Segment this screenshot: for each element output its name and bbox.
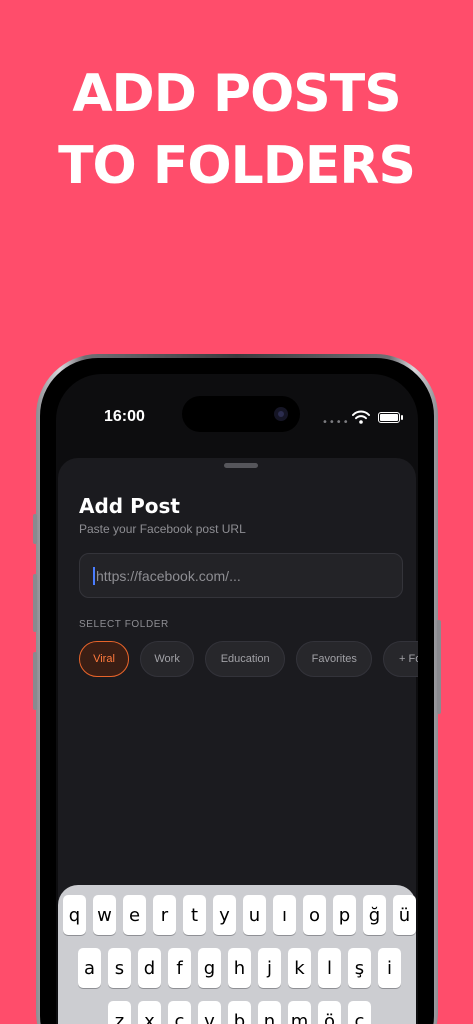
- headline-line-2: TO FOLDERS: [58, 136, 416, 196]
- key-w[interactable]: w: [93, 895, 116, 935]
- key-o[interactable]: o: [303, 895, 326, 935]
- add-folder-chip[interactable]: + Folder: [383, 641, 418, 677]
- volume-down-button: [33, 652, 37, 710]
- sheet-grabber[interactable]: [224, 463, 258, 468]
- key-d[interactable]: d: [138, 948, 161, 988]
- key-ü[interactable]: ü: [393, 895, 416, 935]
- key-p[interactable]: p: [333, 895, 356, 935]
- key-j[interactable]: j: [258, 948, 281, 988]
- key-ğ[interactable]: ğ: [363, 895, 386, 935]
- dynamic-island: [182, 396, 300, 432]
- phone-screen: 16:00 •••• Add Post Paste your Facebook …: [56, 374, 418, 1024]
- power-button: [437, 620, 441, 714]
- headline-line-1: ADD POSTS: [72, 64, 401, 124]
- key-s[interactable]: s: [108, 948, 131, 988]
- key-l[interactable]: l: [318, 948, 341, 988]
- status-time: 16:00: [104, 408, 145, 425]
- key-x[interactable]: x: [138, 1001, 161, 1024]
- sheet-subtitle: Paste your Facebook post URL: [79, 522, 246, 536]
- volume-up-button: [33, 574, 37, 632]
- sheet-title: Add Post: [79, 494, 180, 518]
- folder-chip-viral[interactable]: Viral: [79, 641, 129, 677]
- key-r[interactable]: r: [153, 895, 176, 935]
- battery-icon: [378, 412, 400, 423]
- wifi-icon: [352, 410, 370, 424]
- keyboard: qwertyuıopğü asdfghjklşi zxcvbnmöç: [58, 885, 416, 1024]
- text-cursor: [93, 566, 95, 585]
- key-e[interactable]: e: [123, 895, 146, 935]
- key-u[interactable]: u: [243, 895, 266, 935]
- folder-chip-favorites[interactable]: Favorites: [296, 641, 373, 677]
- folder-chip-work[interactable]: Work: [140, 641, 195, 677]
- key-h[interactable]: h: [228, 948, 251, 988]
- key-c[interactable]: c: [168, 1001, 191, 1024]
- signal-dots: ••••: [322, 417, 350, 428]
- key-b[interactable]: b: [228, 1001, 251, 1024]
- select-folder-label: SELECT FOLDER: [79, 619, 169, 630]
- key-m[interactable]: m: [288, 1001, 311, 1024]
- key-t[interactable]: t: [183, 895, 206, 935]
- battery-cap: [401, 415, 403, 420]
- key-v[interactable]: v: [198, 1001, 221, 1024]
- key-g[interactable]: g: [198, 948, 221, 988]
- key-n[interactable]: n: [258, 1001, 281, 1024]
- phone-bezel: 16:00 •••• Add Post Paste your Facebook …: [40, 358, 434, 1024]
- key-y[interactable]: y: [213, 895, 236, 935]
- headline: ADD POSTS TO FOLDERS: [0, 58, 473, 202]
- folder-chip-education[interactable]: Education: [205, 641, 286, 677]
- status-icons: ••••: [322, 410, 418, 428]
- key-a[interactable]: a: [78, 948, 101, 988]
- key-ş[interactable]: ş: [348, 948, 371, 988]
- key-ı[interactable]: ı: [273, 895, 296, 935]
- url-input-container[interactable]: [79, 553, 403, 598]
- folder-chips: Viral Work Education Favorites + Folder: [79, 641, 418, 679]
- key-q[interactable]: q: [63, 895, 86, 935]
- url-input[interactable]: [96, 567, 386, 584]
- key-f[interactable]: f: [168, 948, 191, 988]
- key-ö[interactable]: ö: [318, 1001, 341, 1024]
- key-i[interactable]: i: [378, 948, 401, 988]
- camera-icon: [274, 407, 288, 421]
- silent-switch: [33, 514, 37, 544]
- key-ç[interactable]: ç: [348, 1001, 371, 1024]
- phone-frame: 16:00 •••• Add Post Paste your Facebook …: [33, 354, 441, 1024]
- key-z[interactable]: z: [108, 1001, 131, 1024]
- key-k[interactable]: k: [288, 948, 311, 988]
